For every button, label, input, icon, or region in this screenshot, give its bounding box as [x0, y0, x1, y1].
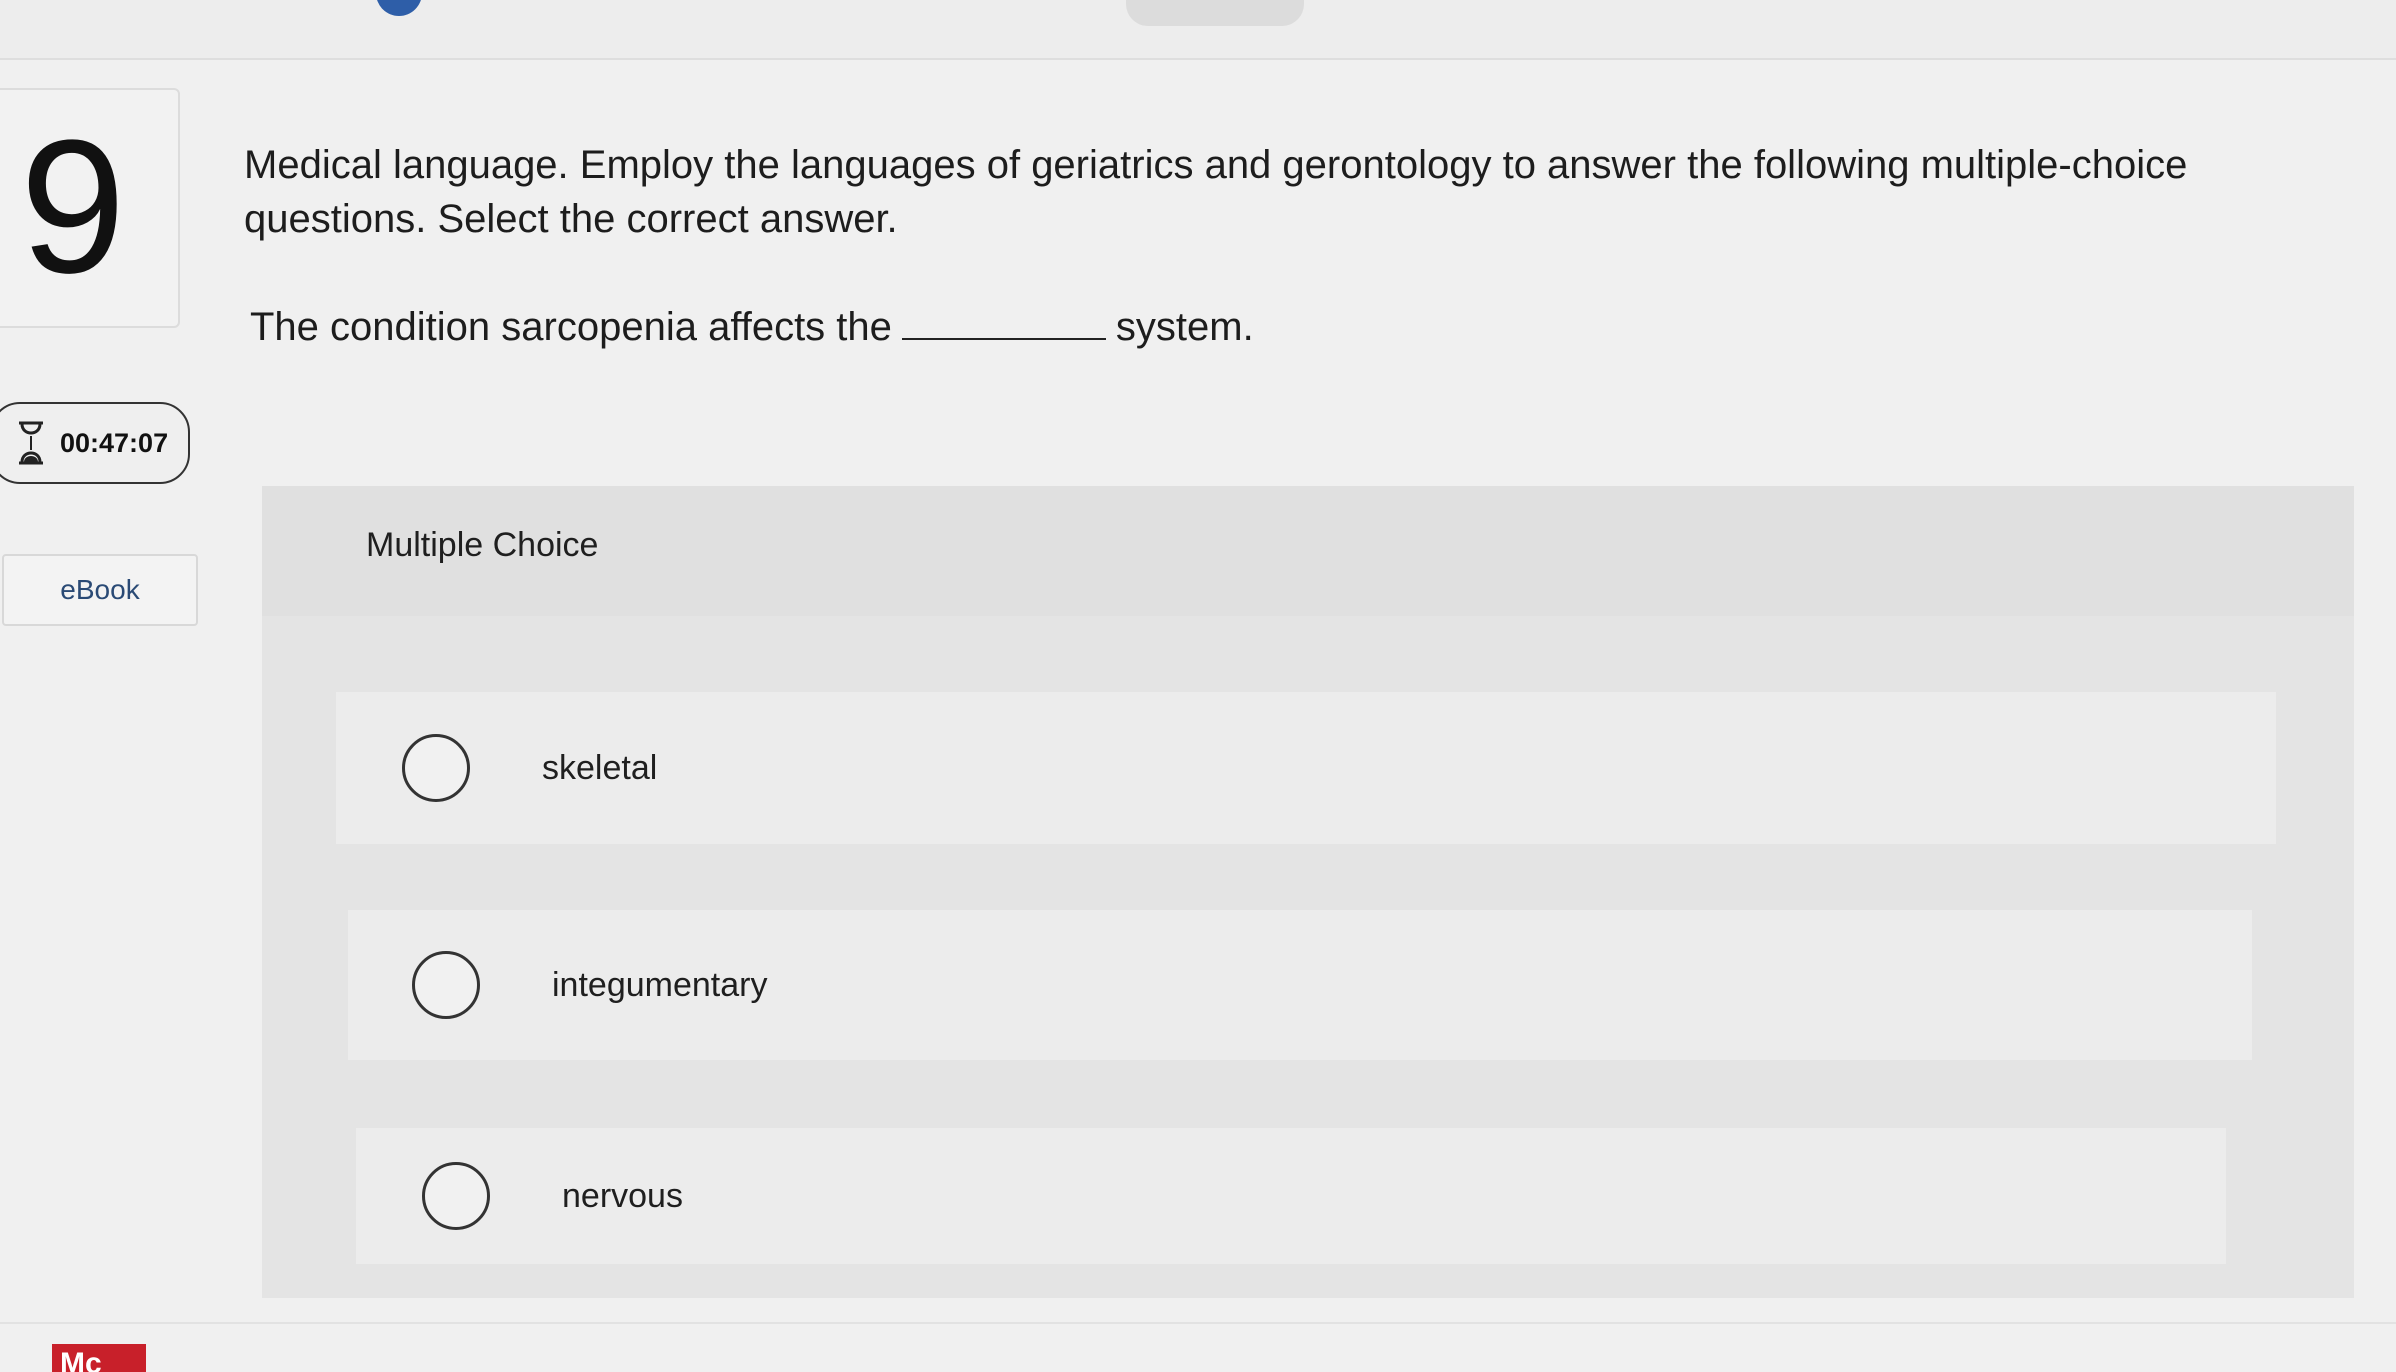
answer-option-nervous[interactable]: nervous [356, 1128, 2226, 1264]
option-label: nervous [562, 1176, 683, 1215]
option-label: skeletal [542, 748, 658, 787]
answer-option-integumentary[interactable]: integumentary [348, 910, 2252, 1060]
option-label: integumentary [552, 965, 768, 1004]
footer-divider [0, 1322, 2396, 1324]
answer-blank [901, 306, 1106, 340]
top-toolbar [0, 0, 2396, 60]
question-prompt: Medical language. Employ the languages o… [244, 143, 2188, 241]
answer-option-skeletal[interactable]: skeletal [336, 692, 2276, 844]
radio-button[interactable] [422, 1162, 490, 1230]
multiple-choice-title: Multiple Choice [366, 526, 599, 564]
publisher-logo: Mc [52, 1344, 146, 1372]
info-icon[interactable] [376, 0, 422, 16]
stem-text-before: The condition sarcopenia affects the [250, 305, 892, 349]
timer-badge: 00:47:07 [0, 402, 190, 484]
radio-button[interactable] [412, 951, 480, 1019]
ebook-button[interactable]: eBook [2, 554, 198, 626]
toolbar-pill-button[interactable] [1126, 0, 1304, 26]
timer-value: 00:47:07 [60, 427, 169, 458]
stem-text-after: system. [1115, 305, 1254, 349]
radio-button[interactable] [402, 734, 470, 802]
hourglass-icon [19, 421, 43, 465]
question-number: 9 [20, 101, 126, 313]
question-stem: The condition sarcopenia affects the sys… [250, 300, 1254, 354]
